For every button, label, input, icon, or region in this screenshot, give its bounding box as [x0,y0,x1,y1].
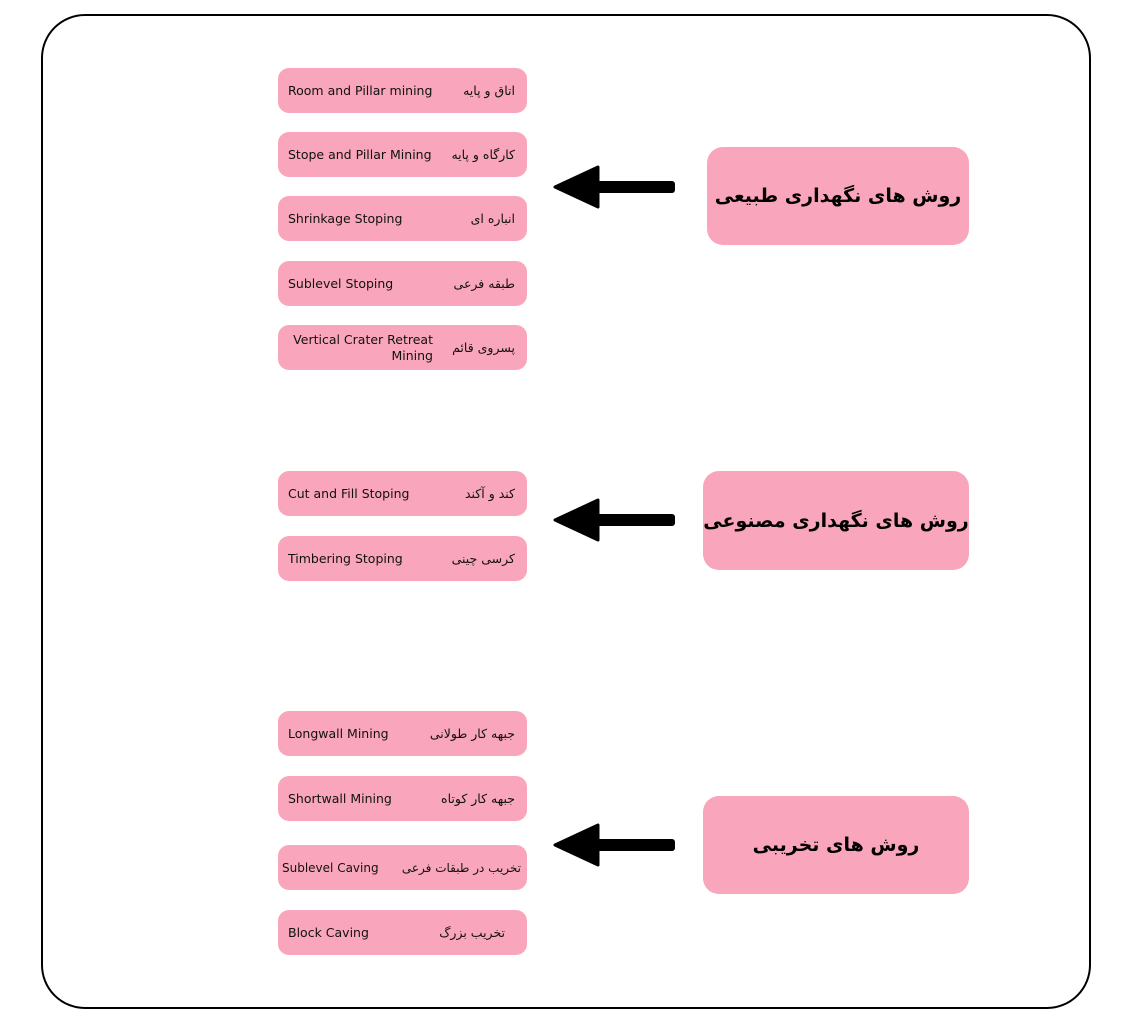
method-box: Sublevel Caving تخریب در طبقات فرعی [278,845,527,890]
method-en: Shrinkage Stoping [288,210,403,226]
method-fa: طبقه فرعی [453,276,515,291]
method-en: Block Caving [288,924,369,940]
category-caving: روش های تخریبی [703,796,969,894]
method-fa: کند و آکند [464,486,515,501]
method-en: Shortwall Mining [288,790,392,806]
method-fa: کرسی چینی [451,551,515,566]
arrow-left-icon [553,823,675,867]
category-natural-support: روش های نگهداری طبیعی [707,147,969,245]
method-fa: انباره ای [470,211,515,226]
method-box: Longwall Mining جبهه کار طولانی [278,711,527,756]
method-box: Shortwall Mining جبهه کار کوتاه [278,776,527,821]
method-box: Vertical Crater Retreat Mining پسروی قائم [278,325,527,370]
method-en: Longwall Mining [288,725,389,741]
method-fa: پسروی قائم [452,340,515,355]
method-fa: تخریب بزرگ [439,925,505,940]
method-en: Cut and Fill Stoping [288,485,410,501]
method-en: Room and Pillar mining [288,82,433,98]
method-en: Sublevel Stoping [288,275,394,291]
arrow-left-icon [553,165,675,209]
method-box: Stope and Pillar Mining کارگاه و پایه [278,132,527,177]
method-en: Timbering Stoping [288,550,403,566]
method-fa: اتاق و پایه [463,83,515,98]
method-box: Room and Pillar mining اتاق و پایه [278,68,527,113]
arrow-left-icon [553,498,675,542]
method-en: Sublevel Caving [282,860,379,875]
method-fa: جبهه کار کوتاه [441,791,515,806]
method-box: Block Caving تخریب بزرگ [278,910,527,955]
method-box: Sublevel Stoping طبقه فرعی [278,261,527,306]
method-en: Stope and Pillar Mining [288,146,432,162]
category-artificial-support: روش های نگهداری مصنوعی [703,471,969,570]
method-fa: جبهه کار طولانی [429,726,515,741]
method-box: Shrinkage Stoping انباره ای [278,196,527,241]
method-en: Vertical Crater Retreat Mining [293,331,433,363]
method-box: Timbering Stoping کرسی چینی [278,536,527,581]
method-fa: تخریب در طبقات فرعی [401,860,521,875]
method-fa: کارگاه و پایه [451,147,515,162]
method-box: Cut and Fill Stoping کند و آکند [278,471,527,516]
